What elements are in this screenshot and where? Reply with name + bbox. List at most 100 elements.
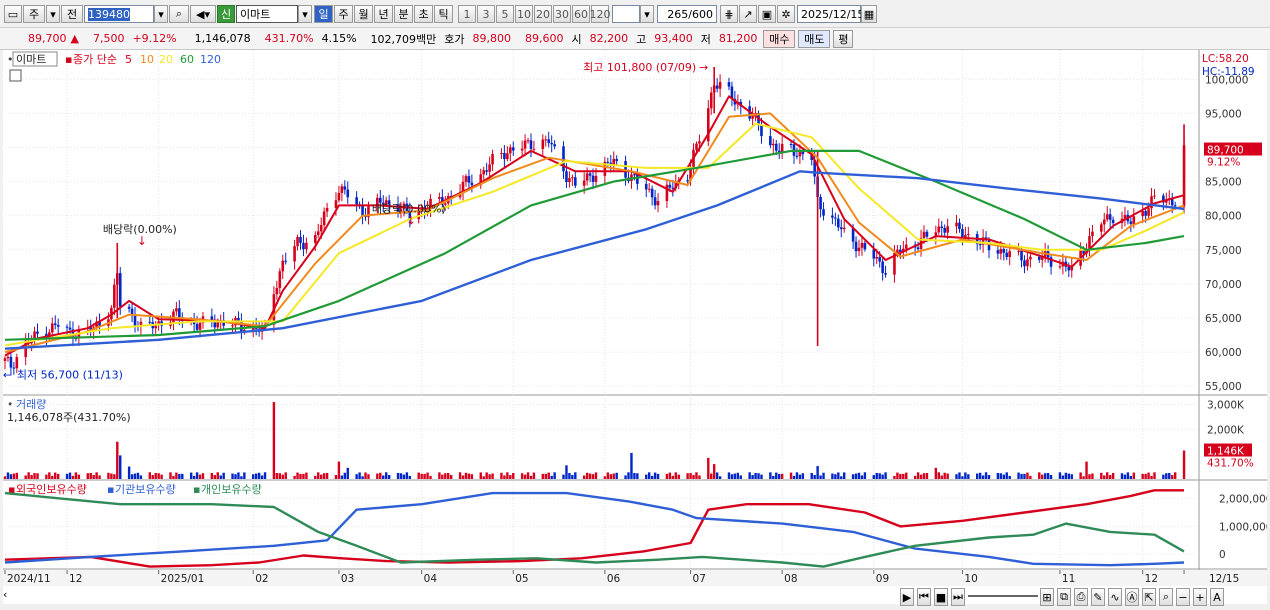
crosshair-icon[interactable]: ↗ bbox=[739, 5, 757, 23]
code-input[interactable]: 139480 bbox=[84, 5, 154, 23]
hold-axis-label: 0 bbox=[1219, 549, 1226, 561]
print-icon[interactable]: ⎙ bbox=[1074, 588, 1088, 606]
volume-bar bbox=[1082, 476, 1085, 479]
zoom-slider[interactable] bbox=[968, 588, 1038, 604]
period-select-button[interactable]: 전 bbox=[61, 5, 83, 23]
volume-bar bbox=[488, 474, 491, 479]
stock-name-field[interactable]: 이마트 bbox=[236, 5, 298, 23]
plus-icon[interactable]: + bbox=[1193, 588, 1207, 606]
candle-body bbox=[532, 148, 536, 150]
period-tab-4[interactable]: 분 bbox=[394, 5, 413, 23]
period-tab-1[interactable]: 주 bbox=[334, 5, 353, 23]
volume-bar bbox=[461, 475, 465, 479]
interval-button-60[interactable]: 60 bbox=[572, 5, 590, 23]
candle-body bbox=[999, 249, 1003, 254]
font-size-icon[interactable]: A bbox=[1210, 588, 1224, 606]
gear-icon[interactable]: ✲ bbox=[777, 5, 795, 23]
grid-icon[interactable]: ⊞ bbox=[1040, 588, 1054, 606]
chevron-down-icon[interactable]: ▾ bbox=[640, 5, 654, 23]
speaker-icon[interactable]: ◀▾ bbox=[190, 5, 216, 23]
period-type-button[interactable]: 주 bbox=[23, 5, 45, 23]
volume-bar bbox=[1173, 472, 1177, 479]
layers-icon[interactable]: ⧉ bbox=[1057, 588, 1071, 606]
interval-button-30[interactable]: 30 bbox=[553, 5, 571, 23]
low-price: 81,200 bbox=[718, 32, 758, 45]
candle-body bbox=[922, 231, 926, 238]
candle-body bbox=[355, 197, 358, 205]
wave-icon[interactable]: ∿ bbox=[1108, 588, 1122, 606]
count-field[interactable]: 265/600 bbox=[657, 5, 717, 23]
candle-body bbox=[506, 153, 509, 160]
stop-icon[interactable]: ■ bbox=[934, 588, 948, 606]
period-tab-3[interactable]: 년 bbox=[374, 5, 393, 23]
interval-button-5[interactable]: 5 bbox=[496, 5, 514, 23]
volume-bar bbox=[713, 464, 716, 479]
interval-button-3[interactable]: 3 bbox=[477, 5, 495, 23]
period-tab-2[interactable]: 월 bbox=[354, 5, 373, 23]
buy-button[interactable]: 매수 bbox=[763, 29, 796, 48]
volume-bar bbox=[810, 472, 813, 479]
save-icon[interactable]: ▣ bbox=[758, 5, 776, 23]
chart-svg[interactable]: 55,000 60,000 65,000 70,000 75,000 80,000 85,0… bbox=[3, 50, 1267, 604]
draw-icon[interactable]: ✎ bbox=[1091, 588, 1105, 606]
volume-bar bbox=[343, 472, 347, 479]
volume-bar bbox=[1064, 472, 1068, 479]
candle-body bbox=[1008, 251, 1011, 258]
search-icon[interactable]: ⌕ bbox=[169, 5, 189, 23]
interval-input[interactable] bbox=[612, 5, 640, 23]
text-icon[interactable]: Ⓐ bbox=[1125, 588, 1139, 606]
candle-body bbox=[772, 143, 775, 146]
candle-body bbox=[198, 322, 202, 330]
volume-bar bbox=[133, 473, 137, 479]
candle-body bbox=[50, 323, 54, 333]
calendar-icon[interactable]: ▦ bbox=[861, 5, 877, 23]
candle-body bbox=[1141, 211, 1144, 217]
period-tab-6[interactable]: 틱 bbox=[434, 5, 453, 23]
window-icon[interactable]: ▭ bbox=[4, 5, 22, 23]
chevron-down-icon[interactable]: ▾ bbox=[298, 5, 312, 23]
volume-bar bbox=[574, 472, 577, 479]
interval-button-120[interactable]: 120 bbox=[590, 5, 611, 23]
volume-bar bbox=[222, 472, 225, 479]
interval-button-1[interactable]: 1 bbox=[458, 5, 476, 23]
zoom-out-icon[interactable]: ⌕ bbox=[1159, 588, 1173, 606]
fast-forward-icon[interactable]: ⏭ bbox=[951, 588, 965, 606]
candle-body bbox=[718, 82, 722, 89]
date-field[interactable]: 2025/12/15 bbox=[797, 5, 864, 23]
price-change-pct: +9.12% bbox=[132, 32, 177, 45]
volume-bar bbox=[423, 473, 426, 479]
play-icon[interactable]: ▶ bbox=[900, 588, 914, 606]
legend-ma-5: 5 bbox=[125, 53, 132, 66]
interval-button-10[interactable]: 10 bbox=[515, 5, 533, 23]
candle-body bbox=[964, 234, 967, 238]
eval-button[interactable]: 평 bbox=[833, 29, 854, 48]
chevron-down-icon[interactable]: ▾ bbox=[154, 5, 168, 23]
volume-bar bbox=[1144, 473, 1147, 479]
chart-area[interactable]: 55,000 60,000 65,000 70,000 75,000 80,000 85,0… bbox=[3, 50, 1267, 604]
candle-body bbox=[526, 140, 530, 142]
volume-bar bbox=[899, 473, 902, 479]
volume-bar bbox=[1141, 473, 1144, 479]
rewind-icon[interactable]: ⏮ bbox=[917, 588, 931, 606]
period-tab-5[interactable]: 초 bbox=[414, 5, 433, 23]
volume-bar bbox=[1150, 475, 1153, 479]
volume-bar bbox=[1061, 475, 1065, 479]
period-tab-0[interactable]: 일 bbox=[314, 5, 333, 23]
scroll-left-icon[interactable]: ‹ bbox=[3, 588, 17, 606]
fit-icon[interactable]: ⇱ bbox=[1142, 588, 1156, 606]
volume-bar bbox=[769, 472, 772, 479]
chart-tools-icon[interactable]: ⋕ bbox=[720, 5, 738, 23]
volume-bar bbox=[438, 472, 441, 479]
volume-bar bbox=[127, 466, 131, 479]
open-price: 82,200 bbox=[589, 32, 629, 45]
volume-bar bbox=[520, 473, 524, 479]
candle-body bbox=[774, 143, 778, 151]
volume-bar bbox=[408, 475, 412, 479]
candle-body bbox=[1132, 216, 1136, 224]
volume-bar bbox=[636, 473, 639, 479]
minus-icon[interactable]: − bbox=[1176, 588, 1190, 606]
chevron-down-icon[interactable]: ▾ bbox=[46, 5, 60, 23]
interval-button-20[interactable]: 20 bbox=[534, 5, 552, 23]
sell-button[interactable]: 매도 bbox=[798, 29, 831, 48]
candle-body bbox=[470, 182, 474, 186]
